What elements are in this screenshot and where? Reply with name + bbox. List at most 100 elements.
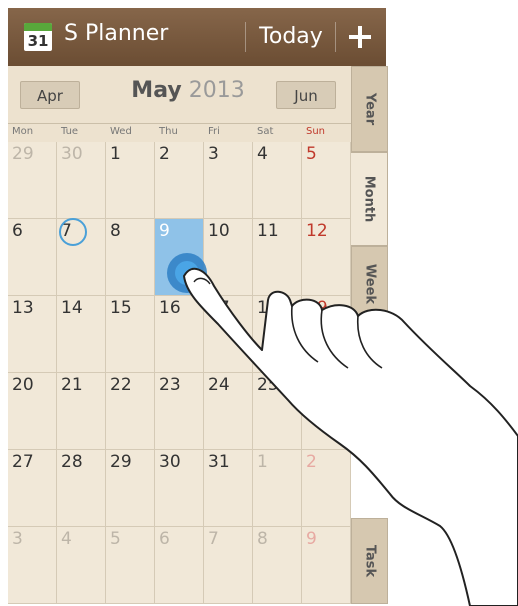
month-title: May 2013 (108, 78, 268, 103)
s-planner-app: 31 S Planner Today Apr May 2013 Jun Mon … (0, 0, 518, 606)
day-number: 27 (12, 452, 34, 472)
day-number: 2 (306, 452, 317, 472)
add-event-button[interactable] (341, 16, 381, 58)
day-cell[interactable]: 10 (204, 219, 253, 296)
day-cell[interactable]: 4 (253, 142, 302, 219)
tab-week[interactable]: Week (351, 246, 388, 322)
day-number: 2 (159, 144, 170, 164)
day-cell[interactable]: 12 (302, 219, 351, 296)
day-cell[interactable]: 26 (302, 373, 351, 450)
day-cell[interactable]: 27 (8, 450, 57, 527)
previous-month-button[interactable]: Apr (20, 81, 80, 109)
next-month-button[interactable]: Jun (276, 81, 336, 109)
day-number: 28 (61, 452, 83, 472)
day-cell[interactable]: 1 (253, 450, 302, 527)
day-cell[interactable]: 18 (253, 296, 302, 373)
day-number: 4 (61, 529, 72, 549)
day-number: 30 (159, 452, 181, 472)
weekday-label: Sat (257, 126, 274, 137)
day-cell[interactable]: 30 (155, 450, 204, 527)
day-cell[interactable]: 15 (106, 296, 155, 373)
day-number: 25 (257, 375, 279, 395)
calendar-app-icon: 31 (24, 23, 52, 51)
tab-task[interactable]: Task (351, 518, 388, 604)
day-number: 17 (208, 298, 230, 318)
day-cell[interactable]: 29 (8, 142, 57, 219)
day-cell[interactable]: 1 (106, 142, 155, 219)
day-cell[interactable]: 23 (155, 373, 204, 450)
day-cell[interactable]: 7 (57, 218, 106, 296)
day-cell[interactable]: 31 (204, 450, 253, 527)
day-cell[interactable]: 8 (253, 527, 302, 604)
day-number: 1 (257, 452, 268, 472)
day-cell[interactable]: 21 (57, 373, 106, 450)
day-number: 3 (12, 529, 23, 549)
day-cell[interactable]: 3 (8, 527, 57, 604)
day-cell[interactable]: 17 (204, 296, 253, 373)
header-divider (245, 22, 246, 52)
day-cell[interactable]: 5 (302, 142, 351, 219)
day-number: 3 (208, 144, 219, 164)
day-cell[interactable]: 30 (57, 142, 106, 219)
day-number: 24 (208, 375, 230, 395)
day-cell[interactable]: 9 (155, 219, 204, 296)
plus-icon-vertical (358, 26, 362, 48)
day-number: 31 (208, 452, 230, 472)
day-cell[interactable]: 7 (204, 527, 253, 604)
day-cell[interactable]: 6 (155, 527, 204, 604)
tab-year-label: Year (362, 92, 377, 126)
day-number: 5 (110, 529, 121, 549)
day-cell[interactable]: 9 (302, 527, 351, 604)
day-cell[interactable]: 2 (302, 450, 351, 527)
day-number: 23 (159, 375, 181, 395)
day-cell[interactable]: 11 (253, 219, 302, 296)
day-number: 1 (110, 144, 121, 164)
day-cell[interactable]: 22 (106, 373, 155, 450)
day-cell[interactable]: 16 (155, 296, 204, 373)
day-number: 19 (306, 298, 328, 318)
tab-task-label: Task (362, 544, 377, 578)
day-number: 7 (208, 529, 219, 549)
weekday-label: Wed (110, 126, 132, 137)
day-number: 29 (110, 452, 132, 472)
weekday-label: Tue (61, 126, 79, 137)
day-number: 6 (12, 221, 23, 241)
month-year: 2013 (188, 78, 245, 103)
day-number: 10 (208, 221, 230, 241)
day-cell[interactable]: 29 (106, 450, 155, 527)
calendar-icon-day: 31 (27, 32, 49, 50)
day-cell[interactable]: 20 (8, 373, 57, 450)
calendar-icon-binding (24, 23, 52, 31)
app-header: 31 S Planner Today (8, 8, 386, 66)
day-number: 15 (110, 298, 132, 318)
day-cell[interactable]: 3 (204, 142, 253, 219)
day-cell[interactable]: 25 (253, 373, 302, 450)
day-cell[interactable]: 13 (8, 296, 57, 373)
day-number: 13 (12, 298, 34, 318)
today-button[interactable]: Today (251, 16, 331, 58)
day-number: 30 (61, 144, 83, 164)
weekday-label: Mon (12, 126, 34, 137)
day-number: 21 (61, 375, 83, 395)
day-cell[interactable]: 28 (57, 450, 106, 527)
day-cell[interactable]: 14 (57, 296, 106, 373)
tab-year[interactable]: Year (351, 66, 388, 152)
weekday-header-row: Mon Tue Wed Thu Fri Sat Sun (8, 123, 351, 142)
tab-month[interactable]: Month (351, 152, 388, 246)
day-number: 14 (61, 298, 83, 318)
app-title: S Planner (64, 21, 169, 46)
month-calendar: Apr May 2013 Jun Mon Tue Wed Thu Fri Sat… (8, 66, 351, 604)
day-cell[interactable]: 4 (57, 527, 106, 604)
day-cell[interactable]: 2 (155, 142, 204, 219)
day-number: 8 (257, 529, 268, 549)
weekday-label: Thu (159, 126, 178, 137)
day-cell[interactable]: 19 (302, 296, 351, 373)
day-cell[interactable]: 5 (106, 527, 155, 604)
day-number: 9 (159, 221, 170, 241)
day-cell[interactable]: 24 (204, 373, 253, 450)
month-name: May (131, 78, 182, 103)
day-cell[interactable]: 6 (8, 219, 57, 296)
day-grid: 29 30 1 2 3 4 5 6 7 8 9 10 11 12 13 14 15 16 17 18 19 20 21 22 2… (8, 142, 351, 604)
day-cell[interactable]: 8 (106, 219, 155, 296)
day-number: 6 (159, 529, 170, 549)
